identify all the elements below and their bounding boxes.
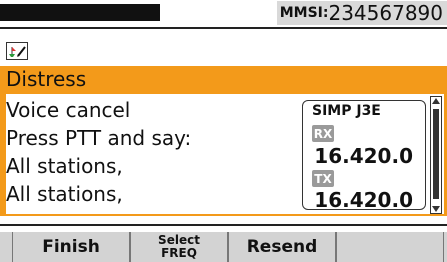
vessel-edit-icon <box>6 42 28 60</box>
message-line: All stations, <box>6 154 123 178</box>
message-line: All stations, <box>6 182 123 206</box>
mmsi-value: 234567890 <box>328 1 443 25</box>
rx-frequency: 16.420.0 <box>314 144 413 168</box>
channel-mode: SIMP J3E <box>312 103 381 119</box>
icon-row <box>0 38 447 64</box>
resend-button[interactable]: Resend <box>228 232 336 262</box>
finish-button[interactable]: Finish <box>12 232 130 262</box>
message-line: Press PTT and say: <box>6 126 192 150</box>
message-scrollbar[interactable] <box>430 96 442 214</box>
scroll-thumb[interactable] <box>433 109 439 199</box>
message-line: Voice cancel <box>6 98 131 122</box>
tx-frequency: 16.420.0 <box>314 188 413 212</box>
rx-badge: RX <box>312 125 334 142</box>
dsc-distress-screen: MMSI: 234567890 Distress Voice cancel Pr… <box>0 0 447 262</box>
mmsi-display: MMSI: 234567890 <box>277 1 447 25</box>
select-freq-line2: FREQ <box>161 246 197 260</box>
top-status-bar: MMSI: 234567890 <box>0 0 447 26</box>
scroll-down-icon[interactable] <box>432 206 440 212</box>
tx-badge: TX <box>312 170 334 187</box>
top-divider <box>0 27 447 29</box>
empty-softkey[interactable] <box>336 232 444 262</box>
top-left-dark-strip <box>0 4 160 21</box>
mmsi-label: MMSI: <box>279 5 329 21</box>
panel-title: Distress <box>6 67 87 91</box>
scroll-up-icon[interactable] <box>432 98 440 104</box>
select-freq-button[interactable]: Select FREQ <box>130 232 228 262</box>
bottom-divider <box>0 224 447 226</box>
